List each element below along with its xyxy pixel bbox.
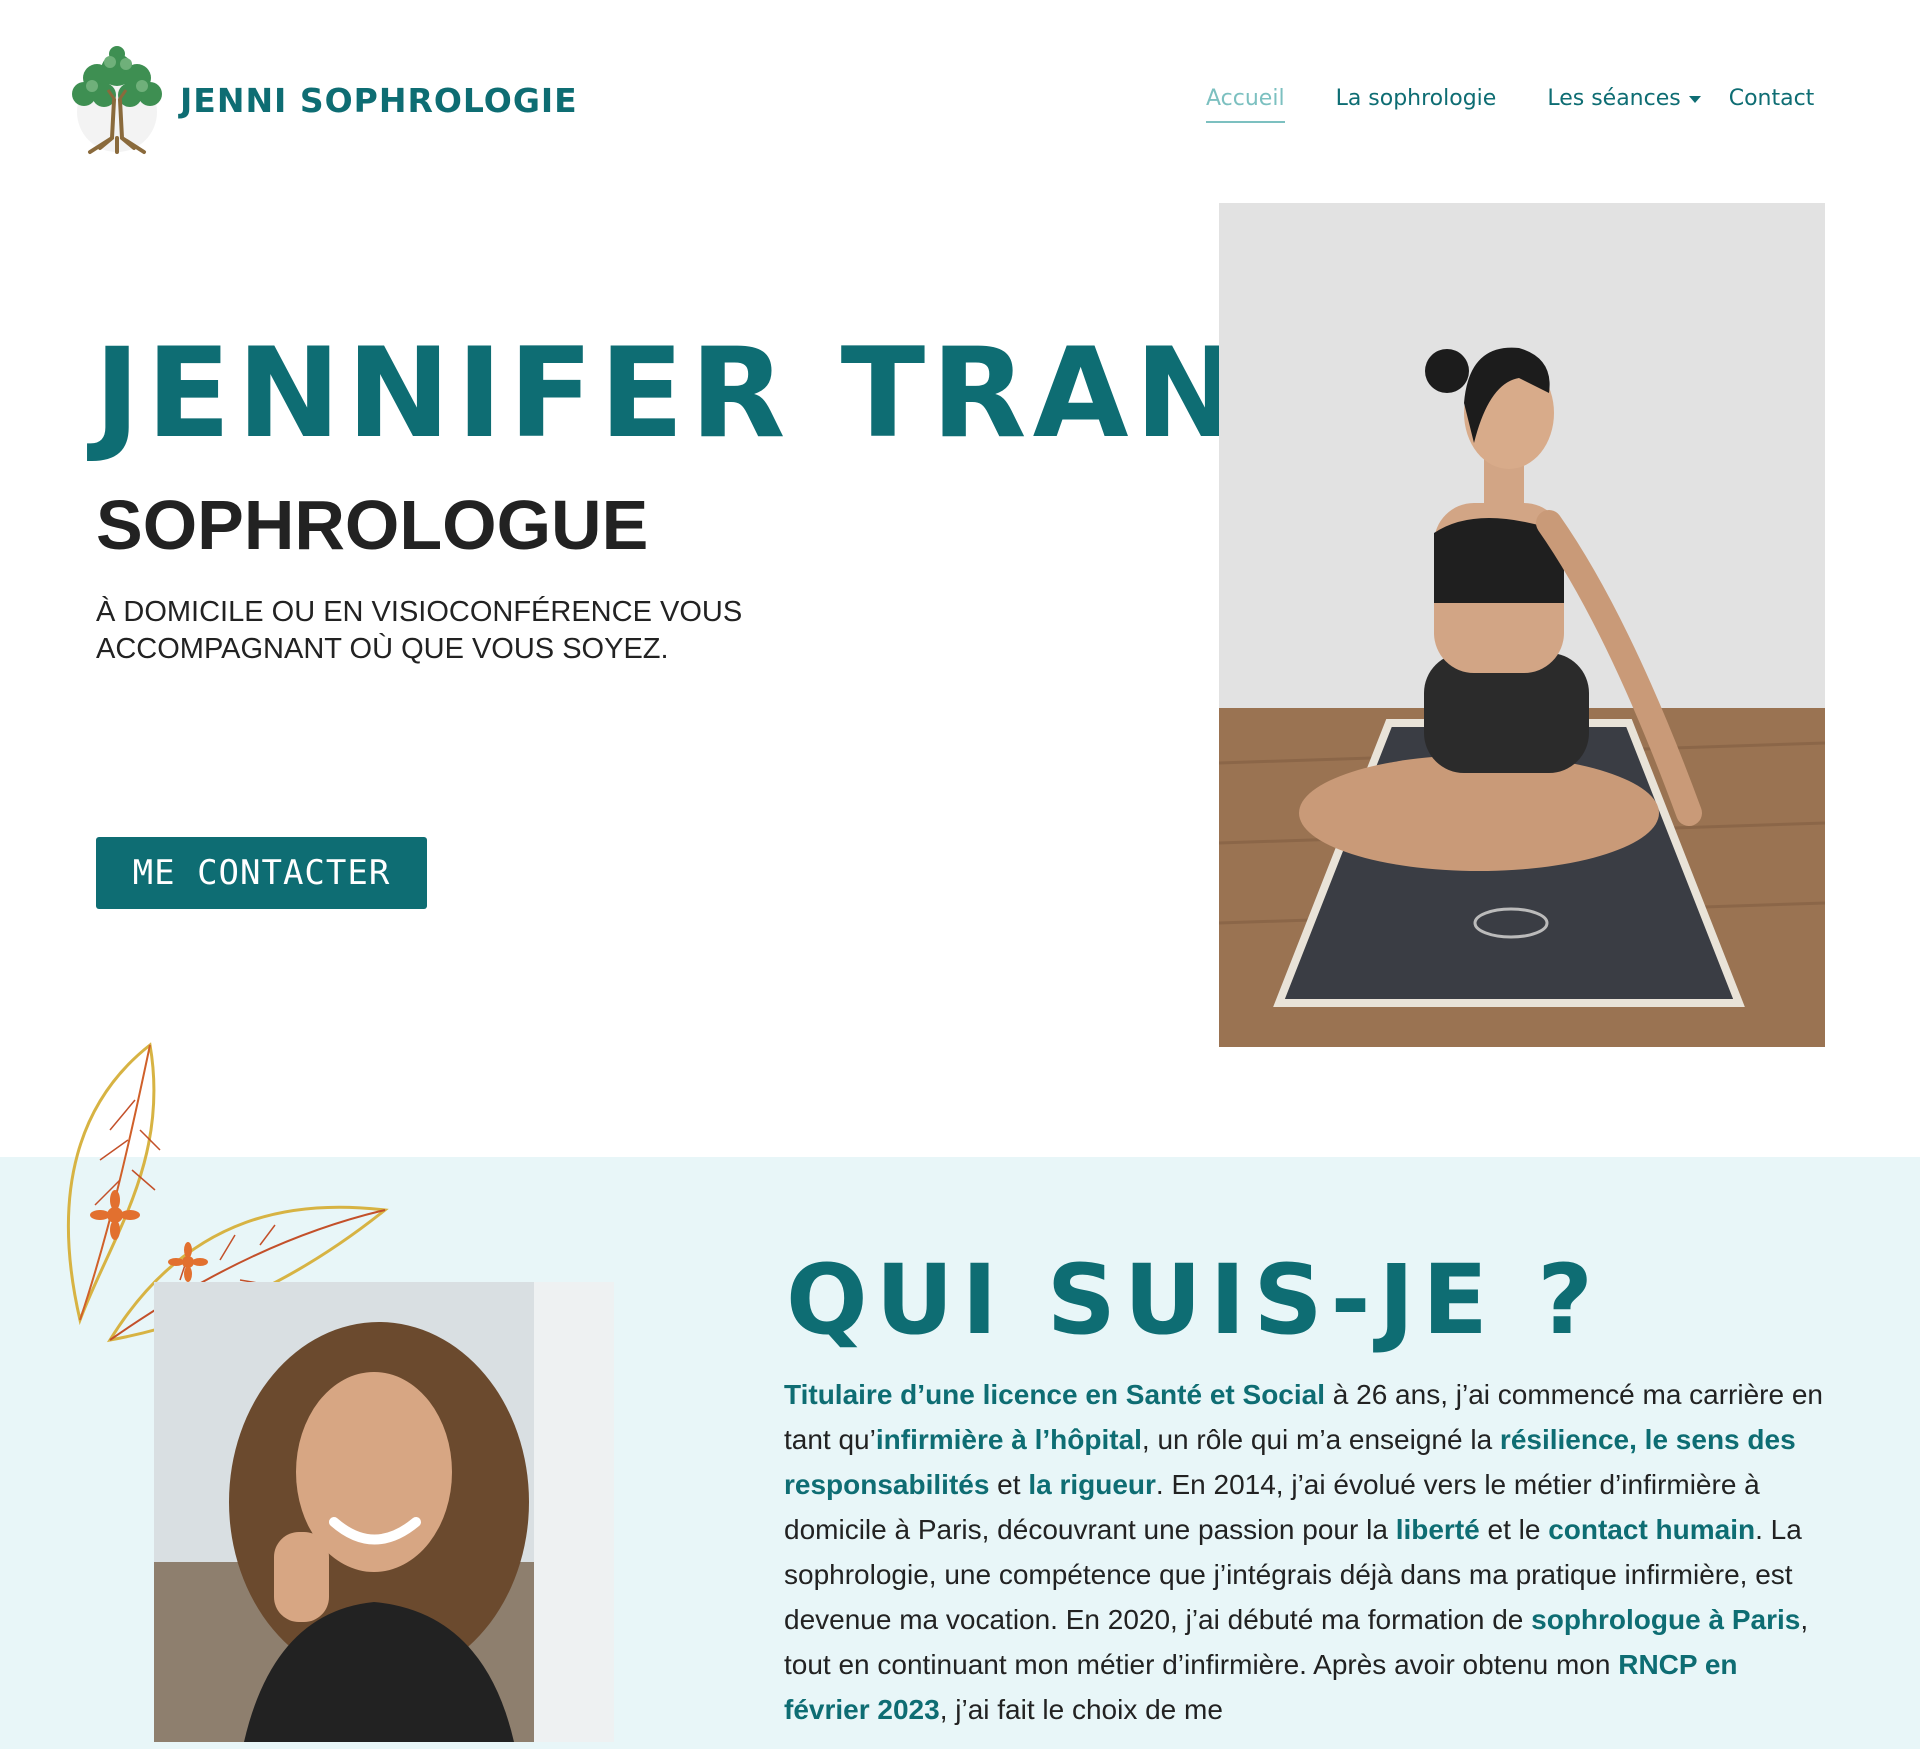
yoga-woman-illustration <box>1219 203 1825 1047</box>
about-text-segment: et le <box>1479 1514 1549 1545</box>
about-text-segment: contact humain <box>1548 1514 1756 1545</box>
main-nav: Accueil La sophrologie Les séances Conta… <box>1206 86 1815 123</box>
about-text-segment: la rigueur <box>1028 1469 1156 1500</box>
site-header: JENNI SOPHROLOGIE Accueil La sophrologie… <box>0 0 1920 200</box>
about-text-segment: infirmière à l’hôpital <box>875 1424 1142 1455</box>
logo-link[interactable]: JENNI SOPHROLOGIE <box>62 40 578 160</box>
nav-item-les-seances[interactable]: Les séances <box>1547 86 1701 111</box>
about-text-segment: Titulaire d’une licence en Santé et Soci… <box>784 1379 1325 1410</box>
contact-button[interactable]: ME CONTACTER <box>96 837 427 909</box>
hero-subtitle: SOPHROLOGUE <box>96 486 649 564</box>
hero-yoga-photo <box>1219 203 1825 1047</box>
nav-item-les-seances-label: Les séances <box>1547 86 1681 111</box>
about-title: QUI SUIS-JE ? <box>786 1244 1601 1356</box>
tree-of-life-icon <box>72 46 162 154</box>
about-text-segment: et <box>989 1469 1029 1500</box>
about-text-segment: , un rôle qui m’a enseigné la <box>1141 1424 1500 1455</box>
nav-item-accueil[interactable]: Accueil <box>1206 86 1285 123</box>
hero-tagline: À domicile ou en visioconférence vous ac… <box>96 596 743 665</box>
portrait-photo <box>154 1282 614 1742</box>
brand-name: JENNI SOPHROLOGIE <box>180 80 578 120</box>
nav-item-la-sophrologie[interactable]: La sophrologie <box>1336 86 1497 111</box>
chevron-down-icon <box>1688 95 1701 103</box>
nav-item-contact[interactable]: Contact <box>1729 86 1815 111</box>
portrait-illustration <box>154 1282 614 1742</box>
about-paragraph: Titulaire d’une licence en Santé et Soci… <box>784 1372 1824 1732</box>
about-text-segment: , j’ai fait le choix de me <box>939 1694 1223 1725</box>
about-text-segment: liberté <box>1395 1514 1480 1545</box>
hero-title: JENNIFER TRAN <box>94 322 1245 466</box>
about-text-segment: sophrologue à Paris <box>1531 1604 1801 1635</box>
